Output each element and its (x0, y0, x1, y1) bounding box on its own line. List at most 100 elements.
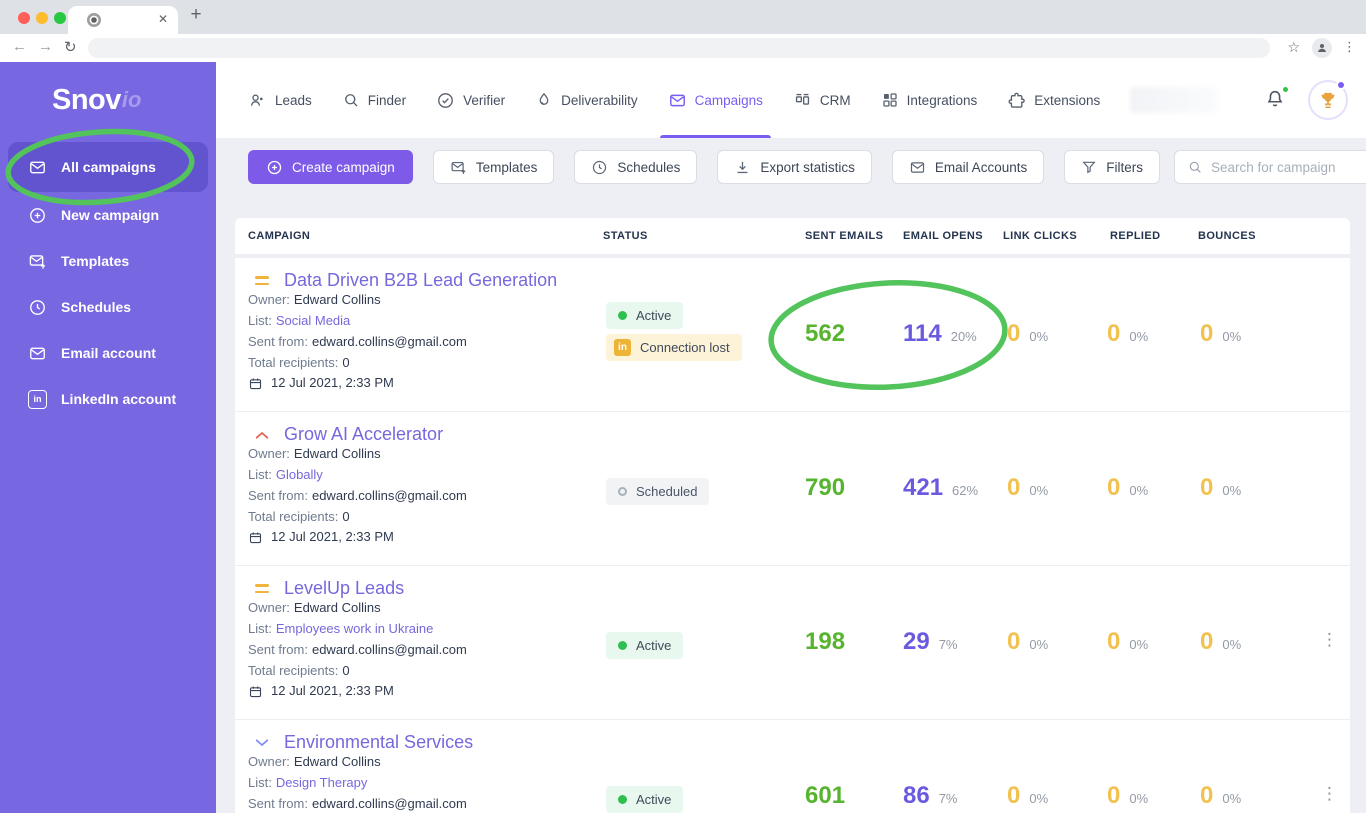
col-header-campaign: CAMPAIGN (248, 230, 311, 242)
list-link[interactable]: Social Media (276, 313, 350, 328)
create-campaign-button[interactable]: Create campaign (248, 150, 413, 184)
calendar-icon (249, 378, 262, 389)
sidebar-item-label: Schedules (61, 299, 132, 315)
finder-search-icon (344, 94, 358, 107)
plus-circle-icon (30, 207, 45, 223)
achievements-button[interactable] (1308, 80, 1349, 120)
url-input[interactable] (88, 38, 1270, 58)
sidebar-item-email-account[interactable]: Email account (0, 330, 216, 376)
back-icon[interactable]: ← (12, 38, 27, 55)
search-icon (1189, 161, 1201, 173)
sidebar-item-all-campaigns[interactable]: All campaigns (8, 142, 208, 192)
sent-from-label: Sent from: (248, 488, 308, 503)
nav-item-label: Leads (275, 92, 312, 108)
col-header-bounces: BOUNCES (1198, 230, 1256, 242)
sidebar-item-label: LinkedIn account (61, 391, 177, 407)
nav-item-deliverability[interactable]: Deliverability (535, 62, 638, 138)
table-header: CAMPAIGN STATUS SENT EMAILS EMAIL OPENS … (235, 218, 1350, 254)
reload-icon[interactable]: ↻ (64, 38, 77, 56)
campaigns-envelope-icon (669, 94, 685, 106)
priority-equals-icon[interactable] (253, 275, 271, 286)
nav-item-verifier[interactable]: Verifier (436, 62, 505, 138)
email-opens-value: 114 20% (903, 320, 977, 347)
linkedin-icon: in (614, 339, 631, 356)
sidebar-item-templates[interactable]: Templates (0, 238, 216, 284)
nav-item-finder[interactable]: Finder (342, 62, 406, 138)
owner-value: Edward Collins (293, 600, 381, 615)
recipients-value: 0 (342, 663, 350, 678)
campaign-row: Data Driven B2B Lead Generation Owner: Ed… (235, 258, 1350, 412)
recipients-value: 0 (342, 509, 350, 524)
sent-from-value: edward.collins@gmail.com (311, 488, 467, 503)
filters-button[interactable]: Filters (1064, 150, 1160, 184)
campaign-title-link[interactable]: LevelUp Leads (284, 578, 404, 599)
owner-value: Edward Collins (293, 292, 381, 307)
list-link[interactable]: Employees work in Ukraine (276, 621, 434, 636)
tab-close-icon[interactable]: ✕ (158, 12, 168, 26)
new-tab-button[interactable]: + (184, 4, 208, 26)
schedules-button[interactable]: Schedules (574, 150, 698, 184)
logo-suffix: io (121, 87, 142, 112)
nav-item-label: Campaigns (694, 92, 763, 108)
nav-item-label: Integrations (906, 92, 978, 108)
bookmark-star-icon[interactable]: ☆ (1287, 39, 1300, 56)
nav-item-integrations[interactable]: Integrations (881, 62, 978, 138)
table-rows: Data Driven B2B Lead Generation Owner: Ed… (235, 258, 1350, 813)
download-icon (737, 161, 748, 173)
row-menu-kebab-icon[interactable]: ⋮ (1321, 784, 1338, 804)
owner-label: Owner: (248, 446, 290, 461)
calendar-icon (249, 686, 262, 697)
status-badge-active: Active (606, 302, 684, 329)
campaign-title-link[interactable]: Environmental Services (284, 732, 473, 753)
campaign-title-link[interactable]: Data Driven B2B Lead Generation (284, 270, 557, 291)
email-accounts-button[interactable]: Email Accounts (891, 150, 1045, 184)
browser-tab[interactable]: ✕ (68, 6, 178, 34)
topnav-right-cluster: MK (1130, 80, 1366, 120)
nav-item-crm[interactable]: CRM (793, 62, 851, 138)
campaign-row: LevelUp Leads Owner: Edward Collins List:… (235, 566, 1350, 720)
chrome-favicon (86, 12, 102, 33)
nav-item-extensions[interactable]: Extensions (1007, 62, 1100, 138)
sent-from-value: edward.collins@gmail.com (311, 796, 467, 811)
notifications-button[interactable] (1264, 85, 1291, 112)
sidebar-item-schedules[interactable]: Schedules (0, 284, 216, 330)
nav-item-campaigns[interactable]: Campaigns (659, 62, 772, 138)
owner-value: Edward Collins (293, 446, 381, 461)
bounces-value: 0 0% (1200, 628, 1242, 655)
col-header-status: STATUS (603, 230, 648, 242)
link-clicks-value: 0 0% (1007, 628, 1049, 655)
chevron-up-icon[interactable] (253, 429, 271, 441)
list-link[interactable]: Design Therapy (276, 775, 368, 790)
deliverability-flame-icon (539, 92, 549, 105)
window-zoom-button[interactable] (54, 12, 66, 24)
sidebar-item-label: Templates (61, 253, 130, 269)
campaign-title-link[interactable]: Grow AI Accelerator (284, 424, 443, 445)
replied-value: 0 0% (1107, 320, 1149, 347)
clock-icon (593, 160, 607, 174)
search-input[interactable] (1210, 159, 1361, 175)
crm-windows-icon (795, 93, 810, 105)
sidebar-item-linkedin-account[interactable]: in LinkedIn account (0, 376, 216, 422)
templates-button[interactable]: Templates (432, 150, 555, 184)
window-minimize-button[interactable] (36, 12, 48, 24)
list-link[interactable]: Globally (276, 467, 323, 482)
browser-menu-kebab-icon[interactable]: ⋮ (1343, 39, 1356, 55)
nav-item-leads[interactable]: Leads (248, 62, 312, 138)
export-statistics-button[interactable]: Export statistics (717, 150, 872, 184)
owner-label: Owner: (248, 754, 290, 769)
list-label: List: (248, 621, 272, 636)
row-menu-kebab-icon[interactable]: ⋮ (1321, 630, 1338, 650)
sent-from-label: Sent from: (248, 796, 308, 811)
priority-equals-icon[interactable] (253, 583, 271, 594)
calendar-icon (249, 532, 262, 543)
blurred-account-info (1130, 87, 1217, 113)
window-close-button[interactable] (18, 12, 30, 24)
browser-profile-icon[interactable] (1312, 38, 1332, 58)
forward-icon[interactable]: → (38, 38, 53, 55)
sidebar-item-new-campaign[interactable]: New campaign (0, 192, 216, 238)
search-campaign-box (1173, 150, 1366, 184)
campaign-row: Environmental Services Owner: Edward Coll… (235, 720, 1350, 813)
envelope-icon (30, 347, 45, 359)
email-opens-value: 421 62% (903, 474, 979, 501)
chevron-down-icon[interactable] (253, 737, 271, 749)
